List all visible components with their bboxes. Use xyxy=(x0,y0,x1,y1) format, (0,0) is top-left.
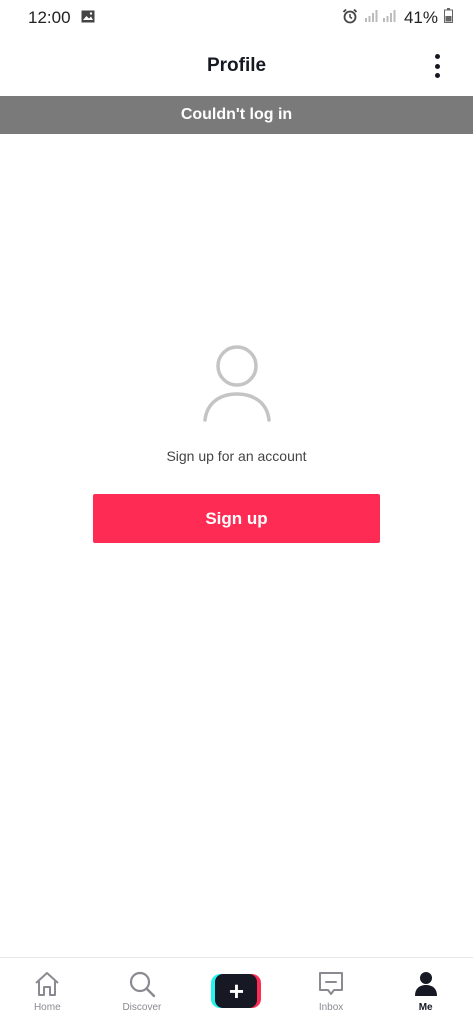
more-options-button[interactable] xyxy=(427,54,447,78)
clock: 12:00 xyxy=(28,8,71,27)
search-icon xyxy=(128,970,156,998)
status-right: 41% xyxy=(342,8,453,29)
tab-me[interactable]: Me xyxy=(378,958,473,1024)
alarm-icon xyxy=(342,8,358,29)
home-icon xyxy=(33,970,61,998)
bottom-tab-bar: Home Discover + Inbox Me xyxy=(0,957,473,1024)
inbox-icon xyxy=(318,970,344,998)
tab-discover[interactable]: Discover xyxy=(95,958,190,1024)
error-banner: Couldn't log in xyxy=(0,96,473,134)
tab-inbox-label: Inbox xyxy=(318,1002,344,1013)
tab-discover-label: Discover xyxy=(122,1002,162,1013)
battery-icon xyxy=(444,8,453,28)
status-left: 12:00 xyxy=(28,8,95,28)
tab-home-label: Home xyxy=(33,1002,61,1013)
signal-icon xyxy=(364,8,398,28)
tab-me-label: Me xyxy=(418,1002,433,1013)
tab-create[interactable]: + xyxy=(189,958,284,1024)
tab-home[interactable]: Home xyxy=(0,958,95,1024)
battery-level: 41% xyxy=(403,8,438,27)
user-avatar-icon xyxy=(199,344,275,424)
sign-up-button[interactable]: Sign up xyxy=(93,494,380,543)
app-header: Profile xyxy=(0,36,473,96)
sign-up-label: Sign up xyxy=(205,508,268,528)
person-icon xyxy=(414,970,438,998)
more-vertical-icon xyxy=(434,54,440,59)
create-plus-icon[interactable]: + xyxy=(211,974,262,1008)
error-banner-text: Couldn't log in xyxy=(180,106,293,123)
status-bar: 12:00 41% xyxy=(0,0,473,36)
image-icon xyxy=(81,8,95,28)
signup-prompt: Sign up for an account xyxy=(166,448,307,464)
page-title: Profile xyxy=(206,55,267,76)
tab-inbox[interactable]: Inbox xyxy=(284,958,379,1024)
